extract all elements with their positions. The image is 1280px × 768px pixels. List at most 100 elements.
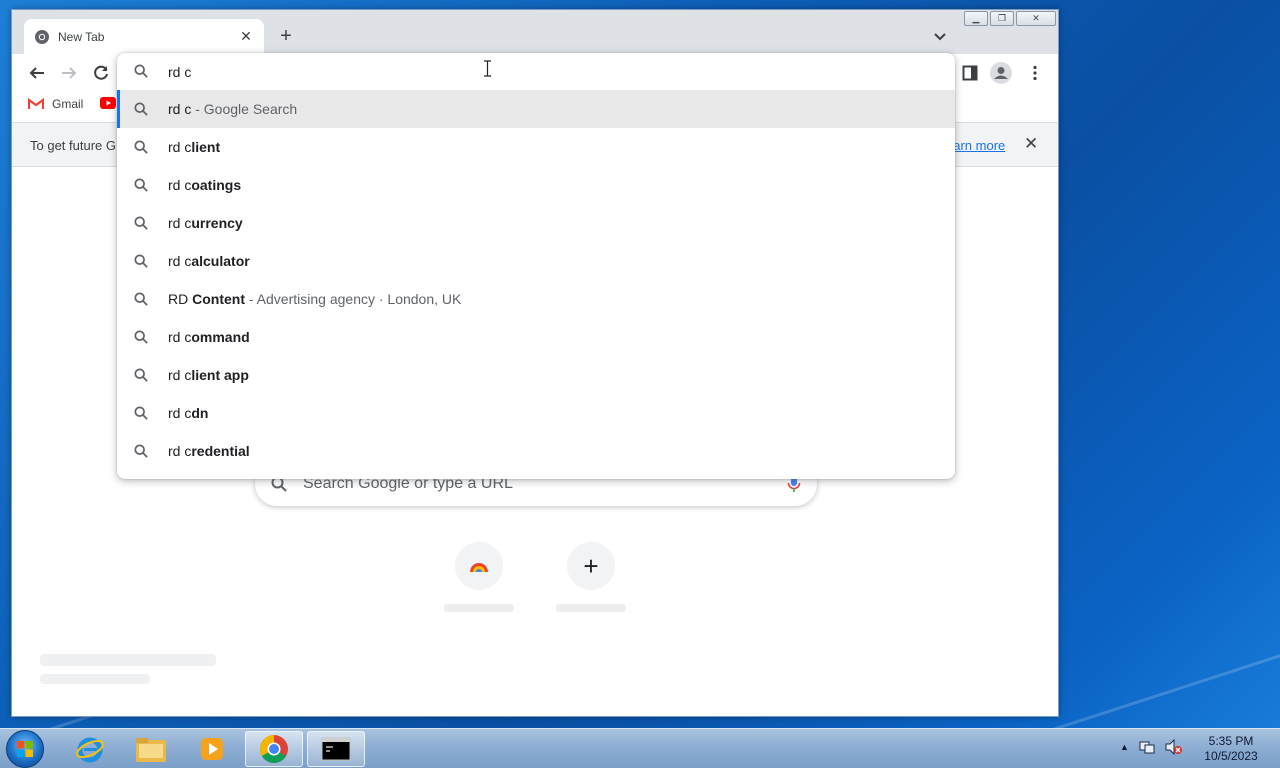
clock-time: 5:35 PM	[1208, 734, 1254, 748]
omnibox-suggestion[interactable]: rd c - Google Search	[117, 90, 955, 128]
taskbar-explorer[interactable]	[122, 731, 180, 767]
chrome-icon	[260, 735, 288, 763]
chrome-favicon-icon	[35, 29, 49, 44]
suggestion-prefix: rd c	[168, 101, 192, 117]
taskbar-cmd[interactable]	[307, 731, 365, 767]
suggestion-completion: urrency	[191, 215, 243, 231]
search-icon	[134, 64, 148, 78]
tab-title: New Tab	[58, 29, 105, 44]
taskbar: ▲ 5:35 PM 10/5/2023	[0, 728, 1280, 768]
back-button[interactable]	[24, 60, 50, 86]
omnibox-text: rd c	[168, 64, 192, 80]
bookmark-gmail-label: Gmail	[52, 97, 84, 111]
taskbar-media-player[interactable]	[183, 731, 241, 767]
minimize-button[interactable]: ▁	[964, 11, 988, 26]
search-icon	[134, 368, 148, 385]
taskbar-ie[interactable]	[61, 731, 119, 767]
suggestion-completion: dn	[191, 405, 209, 421]
profile-button[interactable]	[990, 62, 1012, 84]
add-shortcut-label	[556, 604, 626, 612]
omnibox-suggestion[interactable]: RD Content - Advertising agency · London…	[117, 280, 955, 318]
search-icon	[134, 216, 148, 233]
tab-new-tab[interactable]: New Tab ✕	[24, 19, 264, 54]
search-icon	[134, 330, 148, 347]
omnibox-suggestion[interactable]: rd c dn	[117, 394, 955, 432]
chrome-window: New Tab ✕ + ▁ ❐ ✕ Gmail To get future G …	[11, 9, 1059, 717]
info-bar-message: To get future G	[30, 138, 116, 153]
search-icon	[134, 140, 148, 157]
bookmark-gmail[interactable]: Gmail	[28, 97, 83, 111]
close-window-button[interactable]: ✕	[1016, 11, 1056, 26]
system-tray: ▲	[1120, 739, 1183, 755]
restore-button[interactable]: ❐	[990, 11, 1014, 26]
menu-button[interactable]	[1024, 62, 1046, 84]
tray-expand-icon[interactable]: ▲	[1120, 742, 1129, 752]
add-shortcut-plus: +	[583, 551, 599, 581]
shortcut-favicon-icon	[470, 563, 488, 572]
network-icon[interactable]	[1139, 739, 1155, 755]
suggestion-completion: ommand	[191, 329, 250, 345]
omnibox-suggestion[interactable]: rd c lient	[117, 128, 955, 166]
suggestion-prefix: rd c	[168, 215, 192, 231]
omnibox-suggestion[interactable]: rd c oatings	[117, 166, 955, 204]
side-panel-icon	[962, 65, 978, 81]
suggestion-list: rd c - Google Search rd c lient rd c oatings…	[117, 90, 955, 470]
suggestion-prefix: rd c	[168, 329, 192, 345]
bookmark-youtube[interactable]	[100, 97, 116, 109]
search-icon	[134, 292, 148, 309]
suggestion-completion: lient	[191, 139, 221, 155]
volume-muted-icon[interactable]	[1165, 739, 1183, 755]
add-shortcut-button[interactable]: +	[567, 542, 615, 590]
suggestion-prefix: rd c	[168, 139, 192, 155]
omnibox-suggestion[interactable]: rd c alculator	[117, 242, 955, 280]
desktop-streak	[1045, 649, 1280, 734]
customize-hint-sub	[40, 674, 150, 684]
profile-avatar-icon	[990, 62, 1012, 84]
suggestion-prefix: RD	[168, 291, 193, 307]
search-icon	[134, 444, 148, 461]
shortcut-tile[interactable]	[455, 542, 503, 590]
shortcut-label	[444, 604, 514, 612]
omnibox-suggestion[interactable]: rd c ommand	[117, 318, 955, 356]
reload-icon	[94, 65, 108, 80]
suggestion-description: - Advertising agency · London, UK	[245, 291, 462, 307]
youtube-icon	[100, 97, 116, 109]
omnibox-suggestion[interactable]: rd c urrency	[117, 204, 955, 242]
suggestion-prefix: rd c	[168, 443, 192, 459]
omnibox-input[interactable]: rd c	[117, 53, 955, 90]
new-tab-button[interactable]: +	[274, 25, 298, 49]
suggestion-completion: redential	[191, 443, 250, 459]
side-panel-button[interactable]	[959, 62, 981, 84]
clock-date: 10/5/2023	[1204, 749, 1258, 763]
reload-button[interactable]	[88, 60, 114, 86]
text-cursor-icon	[484, 60, 491, 77]
omnibox-suggestion[interactable]: rd c lient app	[117, 356, 955, 394]
command-prompt-icon	[321, 737, 351, 761]
suggestion-prefix: rd c	[168, 405, 192, 421]
tab-search-chevron-icon[interactable]	[930, 26, 950, 46]
info-bar-close-icon[interactable]: ✕	[1024, 134, 1038, 154]
suggestion-completion: lient app	[191, 367, 249, 383]
forward-arrow-icon	[62, 67, 77, 79]
search-icon	[134, 254, 148, 271]
forward-button[interactable]	[56, 60, 82, 86]
gmail-icon	[28, 98, 44, 109]
folder-icon	[136, 738, 166, 762]
taskbar-chrome[interactable]	[245, 731, 303, 767]
window-controls: ▁ ❐ ✕	[964, 11, 1056, 26]
tab-close-icon[interactable]: ✕	[238, 28, 254, 45]
suggestion-prefix: rd c	[168, 253, 192, 269]
suggestion-completion: Content	[192, 291, 246, 307]
suggestion-completion: oatings	[191, 177, 242, 193]
clock[interactable]: 5:35 PM 10/5/2023	[1196, 734, 1266, 764]
suggestion-description: - Google Search	[191, 101, 298, 117]
media-player-icon	[201, 738, 223, 760]
start-button[interactable]	[6, 730, 44, 768]
windows-logo-icon	[17, 741, 33, 757]
back-arrow-icon	[29, 67, 44, 79]
omnibox-popup: rd c rd c - Google Search rd c lient rd c oa…	[117, 53, 955, 479]
search-icon	[134, 406, 148, 423]
internet-explorer-icon	[76, 737, 104, 763]
tab-strip: New Tab ✕ + ▁ ❐ ✕	[12, 10, 1058, 54]
omnibox-suggestion[interactable]: rd c redential	[117, 432, 955, 470]
